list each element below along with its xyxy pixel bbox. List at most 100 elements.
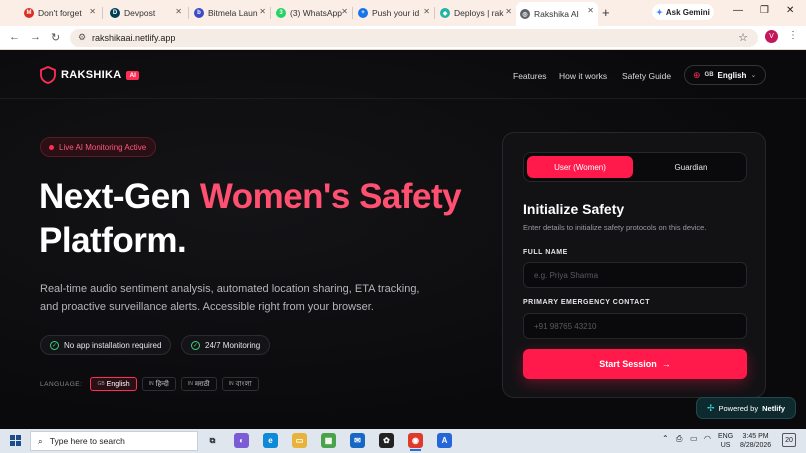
hero-subtitle: Real-time audio sentiment analysis, auto… (40, 283, 420, 313)
gemini-icon: ✦ (656, 7, 663, 17)
check-circle-icon: ✓ (50, 340, 59, 350)
live-status-badge: Live AI Monitoring Active (40, 137, 157, 157)
devpost-icon: D (110, 8, 120, 18)
emergency-contact-label: PRIMARY EMERGENCY CONTACT (523, 299, 650, 306)
ask-gemini-button[interactable]: ✦ Ask Gemini (652, 4, 714, 20)
arrow-right-icon: → (661, 359, 671, 369)
close-icon[interactable]: ✕ (89, 7, 96, 16)
close-icon[interactable]: ✕ (587, 6, 594, 15)
site-header: RAKSHIKA AI Features How it works Safety… (0, 51, 806, 99)
close-icon[interactable]: ✕ (423, 7, 430, 16)
globe-icon: ◎ (520, 9, 530, 19)
start-session-button[interactable]: Start Session → (523, 349, 747, 379)
wifi-icon[interactable]: ◠ (704, 434, 711, 443)
taskbar-search[interactable]: ⌕ Type here to search (30, 431, 198, 451)
session-card: User (Women) Guardian Initialize Safety … (502, 132, 766, 398)
full-name-input[interactable] (523, 262, 747, 288)
chatgpt-icon[interactable]: ✿ (379, 433, 394, 448)
bitmela-icon: b (194, 8, 204, 18)
lang-option-bengali[interactable]: IN বাংলা (221, 377, 259, 391)
nav-how-it-works[interactable]: How it works (559, 71, 607, 81)
address-bar: ← → ↻ ⚙ rakshikaai.netlify.app ☆ (0, 26, 806, 50)
meet-icon[interactable]: ⎙ (676, 434, 682, 444)
netlify-icon: ✢ (706, 402, 715, 413)
feature-monitoring: ✓ 24/7 Monitoring (181, 335, 271, 355)
tab-guardian[interactable]: Guardian (638, 156, 744, 178)
hero-title: Next-Gen Women's Safety Platform. (39, 177, 462, 260)
netlify-badge[interactable]: ✢ Powered by Netlify (696, 397, 796, 419)
tab-title: (3) WhatsApp (290, 8, 342, 18)
bookmark-star-icon[interactable]: ☆ (738, 31, 748, 44)
windows-taskbar: ⌕ Type here to search ⧉ ◐ e ▭ ▦ ✉ ✿ ◉ A … (0, 429, 806, 453)
url-text[interactable]: rakshikaai.netlify.app (92, 33, 175, 43)
brand-name: RAKSHIKA (61, 69, 122, 81)
app-icon[interactable]: A (437, 433, 452, 448)
tab-netlify-deploys[interactable]: ◆ Deploys | rak ✕ (436, 3, 516, 23)
close-icon[interactable]: ✕ (175, 7, 182, 16)
tab-rakshika[interactable]: ◎ Rakshika AI ✕ (516, 2, 598, 26)
tab-gmail[interactable]: M Don't forget ✕ (20, 3, 100, 23)
restore-icon[interactable]: ❐ (760, 5, 769, 16)
chevron-down-icon: ⌄ (750, 72, 757, 79)
lang-option-english[interactable]: GB English (90, 377, 137, 391)
input-language[interactable]: ENG US (718, 432, 733, 450)
tab-push[interactable]: + Push your id ✕ (354, 3, 434, 23)
netlify-icon: ◆ (440, 8, 450, 18)
globe-icon: ⊕ (693, 69, 701, 80)
tab-title: Bitmela Laun (208, 8, 258, 18)
push-icon: + (358, 8, 368, 18)
forward-icon[interactable]: → (30, 31, 41, 43)
battery-icon[interactable]: ▭ (690, 434, 698, 443)
tab-bitmela[interactable]: b Bitmela Laun ✕ (190, 3, 270, 23)
role-toggle: User (Women) Guardian (523, 152, 747, 182)
search-icon: ⌕ (38, 435, 43, 446)
brand-badge: AI (126, 70, 139, 80)
tab-title: Don't forget (38, 8, 82, 18)
browser-tab-strip: M Don't forget ✕ D Devpost ✕ b Bitmela L… (0, 0, 806, 26)
minimize-icon[interactable]: — (733, 5, 743, 16)
reload-icon[interactable]: ↻ (51, 31, 60, 44)
lang-option-hindi[interactable]: IN हिन्दी (141, 377, 176, 391)
task-view-icon[interactable]: ⧉ (205, 433, 220, 448)
site-info-icon[interactable]: ⚙ (78, 32, 86, 43)
file-explorer-icon[interactable]: ▭ (292, 433, 307, 448)
gmail-icon: M (24, 8, 34, 18)
card-title: Initialize Safety (523, 201, 625, 217)
full-name-label: FULL NAME (523, 249, 568, 256)
nav-features[interactable]: Features (513, 71, 547, 81)
profile-avatar[interactable]: V (765, 30, 778, 43)
tab-title: Push your id (372, 8, 420, 18)
feature-no-install: ✓ No app installation required (40, 335, 172, 355)
emergency-contact-input[interactable] (523, 313, 747, 339)
omnibox[interactable]: ⚙ rakshikaai.netlify.app ☆ (70, 29, 758, 47)
back-icon[interactable]: ← (9, 31, 20, 43)
shield-icon (40, 66, 56, 84)
window-close-icon[interactable]: ✕ (786, 5, 794, 16)
tab-devpost[interactable]: D Devpost ✕ (106, 3, 186, 23)
copilot-icon[interactable]: ◐ (234, 433, 249, 448)
mail-icon[interactable]: ✉ (350, 433, 365, 448)
tab-user-women[interactable]: User (Women) (527, 156, 633, 178)
notification-icon[interactable]: 20 (782, 433, 796, 447)
language-selector[interactable]: ⊕ GB English ⌄ (684, 65, 766, 85)
more-menu-icon[interactable]: ⋮ (788, 30, 798, 41)
close-icon[interactable]: ✕ (505, 7, 512, 16)
windows-start-icon[interactable] (10, 435, 21, 446)
clock[interactable]: 3:45 PM 8/28/2026 (740, 432, 771, 450)
nav-safety-guide[interactable]: Safety Guide (622, 71, 671, 81)
tray-chevron-icon[interactable]: ⌃ (662, 434, 669, 443)
tab-whatsapp[interactable]: 3 (3) WhatsApp ✕ (272, 3, 352, 23)
whatsapp-icon: 3 (276, 8, 286, 18)
check-circle-icon: ✓ (191, 340, 200, 350)
logo[interactable]: RAKSHIKA AI (40, 66, 139, 84)
page: RAKSHIKA AI Features How it works Safety… (0, 51, 806, 429)
close-icon[interactable]: ✕ (259, 7, 266, 16)
edge-icon[interactable]: e (263, 433, 278, 448)
close-icon[interactable]: ✕ (341, 7, 348, 16)
store-icon[interactable]: ▦ (321, 433, 336, 448)
card-description: Enter details to initialize safety proto… (523, 223, 707, 232)
chrome-icon[interactable]: ◉ (408, 433, 423, 451)
lang-option-marathi[interactable]: IN मराठी (180, 377, 217, 391)
new-tab-button[interactable]: + (602, 5, 610, 20)
tab-title: Devpost (124, 8, 156, 18)
